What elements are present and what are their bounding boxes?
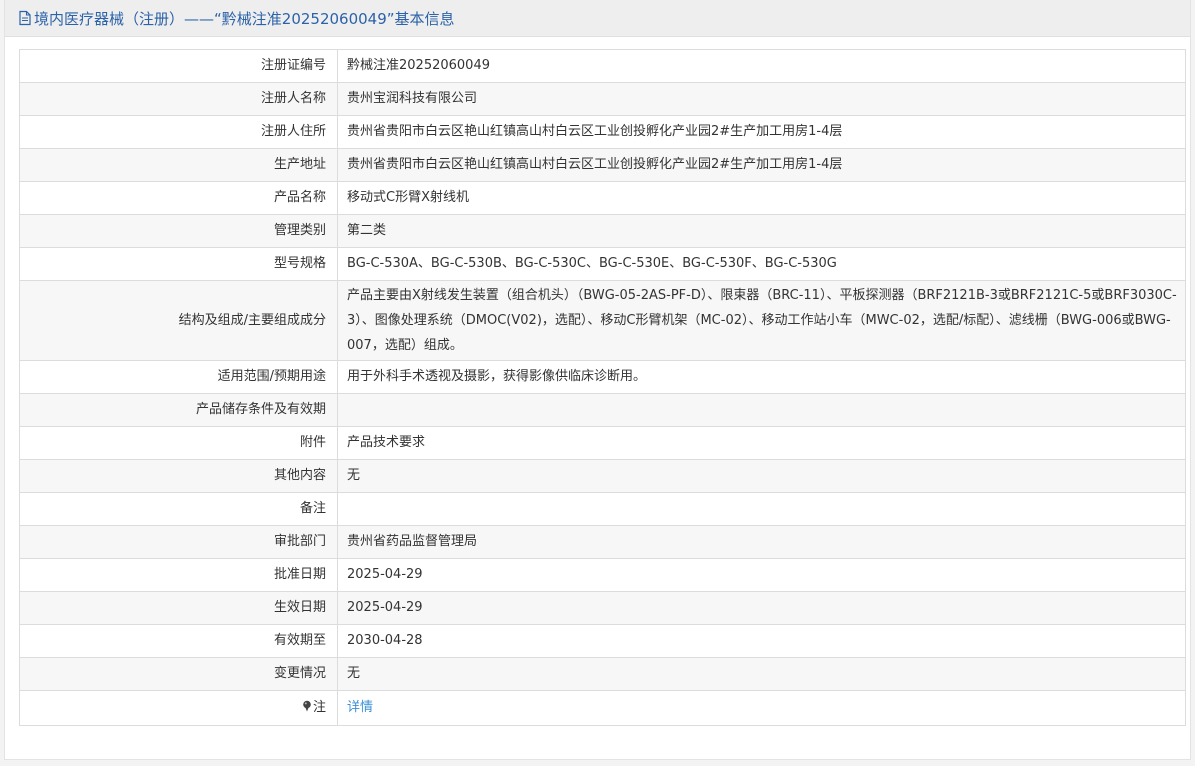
field-value: [337, 492, 1186, 526]
panel-header: 境内医疗器械（注册）——“黔械注准20252060049”基本信息: [5, 0, 1190, 37]
field-value: 产品主要由X射线发生装置（组合机头）（BWG-05-2AS-PF-D）、限束器（…: [337, 280, 1186, 361]
field-label: 生产地址: [19, 148, 338, 182]
field-label: 管理类别: [19, 214, 338, 248]
note-label: 注: [312, 700, 326, 715]
field-value: 移动式C形臂X射线机: [337, 181, 1186, 215]
table-row: 变更情况无: [19, 657, 1186, 691]
field-label: 有效期至: [19, 624, 338, 658]
table-row: 注册人名称 贵州宝润科技有限公司: [19, 82, 1186, 116]
detail-link[interactable]: 详情: [347, 700, 373, 715]
field-value: 第二类: [337, 214, 1186, 248]
field-label: 型号规格: [19, 247, 338, 281]
field-value: 无: [337, 459, 1186, 493]
table-row: 注册证编号 黔械注准20252060049: [19, 49, 1186, 83]
field-value: 2025-04-29: [337, 558, 1186, 592]
table-row: 型号规格 BG-C-530A、BG-C-530B、BG-C-530C、BG-C-5…: [19, 247, 1186, 281]
field-label: 变更情况: [19, 657, 338, 691]
field-value: BG-C-530A、BG-C-530B、BG-C-530C、BG-C-530E、…: [337, 247, 1186, 281]
field-value: 贵州省药品监督管理局: [337, 525, 1186, 559]
detail-panel: 境内医疗器械（注册）——“黔械注准20252060049”基本信息 注册证编号黔…: [4, 0, 1191, 760]
table-row: 其他内容无: [19, 459, 1186, 493]
field-label: 备注: [19, 492, 338, 526]
table-row: 产品名称 移动式C形臂X射线机: [19, 181, 1186, 215]
table-row: 审批部门 贵州省药品监督管理局: [19, 525, 1186, 559]
info-table-body: 注册证编号 黔械注准20252060049 注册人名称 贵州宝润科技有限公司 注册人住所…: [19, 49, 1186, 726]
table-row: 适用范围/预期用途 用于外科手术透视及摄影，获得影像供临床诊断用。: [19, 360, 1186, 394]
field-label: 审批部门: [19, 525, 338, 559]
field-label: 产品名称: [19, 181, 338, 215]
field-value: 无: [337, 657, 1186, 691]
field-label: 注册证编号: [19, 49, 338, 83]
field-value: 2030-04-28: [337, 624, 1186, 658]
table-row: 注册人住所 贵州省贵阳市白云区艳山红镇高山村白云区工业创投孵化产业园2#生产加工用…: [19, 115, 1186, 149]
note-row: 注 详情: [19, 690, 1186, 726]
pin-icon: [302, 698, 312, 712]
table-row: 附件 产品技术要求: [19, 426, 1186, 460]
field-label: 生效日期: [19, 591, 338, 625]
table-row: 有效期至 2030-04-28: [19, 624, 1186, 658]
field-label: 结构及组成/主要组成成分: [19, 280, 338, 361]
table-row: 产品储存条件及有效期: [19, 393, 1186, 427]
field-value: 黔械注准20252060049: [337, 49, 1186, 83]
field-label: 产品储存条件及有效期: [19, 393, 338, 427]
page-title: 境内医疗器械（注册）——“黔械注准20252060049”基本信息: [34, 9, 455, 28]
field-value: 贵州宝润科技有限公司: [337, 82, 1186, 116]
table-row: 批准日期 2025-04-29: [19, 558, 1186, 592]
field-label: 适用范围/预期用途: [19, 360, 338, 394]
table-row: 生效日期 2025-04-29: [19, 591, 1186, 625]
field-value: 贵州省贵阳市白云区艳山红镇高山村白云区工业创投孵化产业园2#生产加工用房1-4层: [337, 115, 1186, 149]
table-row: 结构及组成/主要组成成分 产品主要由X射线发生装置（组合机头）（BWG-05-2A…: [19, 280, 1186, 361]
field-value: 2025-04-29: [337, 591, 1186, 625]
table-row: 备注: [19, 492, 1186, 526]
document-icon: [18, 10, 32, 26]
table-row: 管理类别 第二类: [19, 214, 1186, 248]
field-value: 用于外科手术透视及摄影，获得影像供临床诊断用。: [337, 360, 1186, 394]
table-row: 生产地址 贵州省贵阳市白云区艳山红镇高山村白云区工业创投孵化产业园2#生产加工用房…: [19, 148, 1186, 182]
info-table: 注册证编号 黔械注准20252060049 注册人名称 贵州宝润科技有限公司 注册人住所…: [19, 49, 1186, 726]
field-label: 注册人住所: [19, 115, 338, 149]
field-label: 注册人名称: [19, 82, 338, 116]
field-value: 贵州省贵阳市白云区艳山红镇高山村白云区工业创投孵化产业园2#生产加工用房1-4层: [337, 148, 1186, 182]
field-label: 批准日期: [19, 558, 338, 592]
note-label-cell: 注: [19, 690, 338, 726]
note-value-cell: 详情: [337, 690, 1186, 726]
field-label: 其他内容: [19, 459, 338, 493]
field-label: 附件: [19, 426, 338, 460]
field-value: [337, 393, 1186, 427]
field-value: 产品技术要求: [337, 426, 1186, 460]
